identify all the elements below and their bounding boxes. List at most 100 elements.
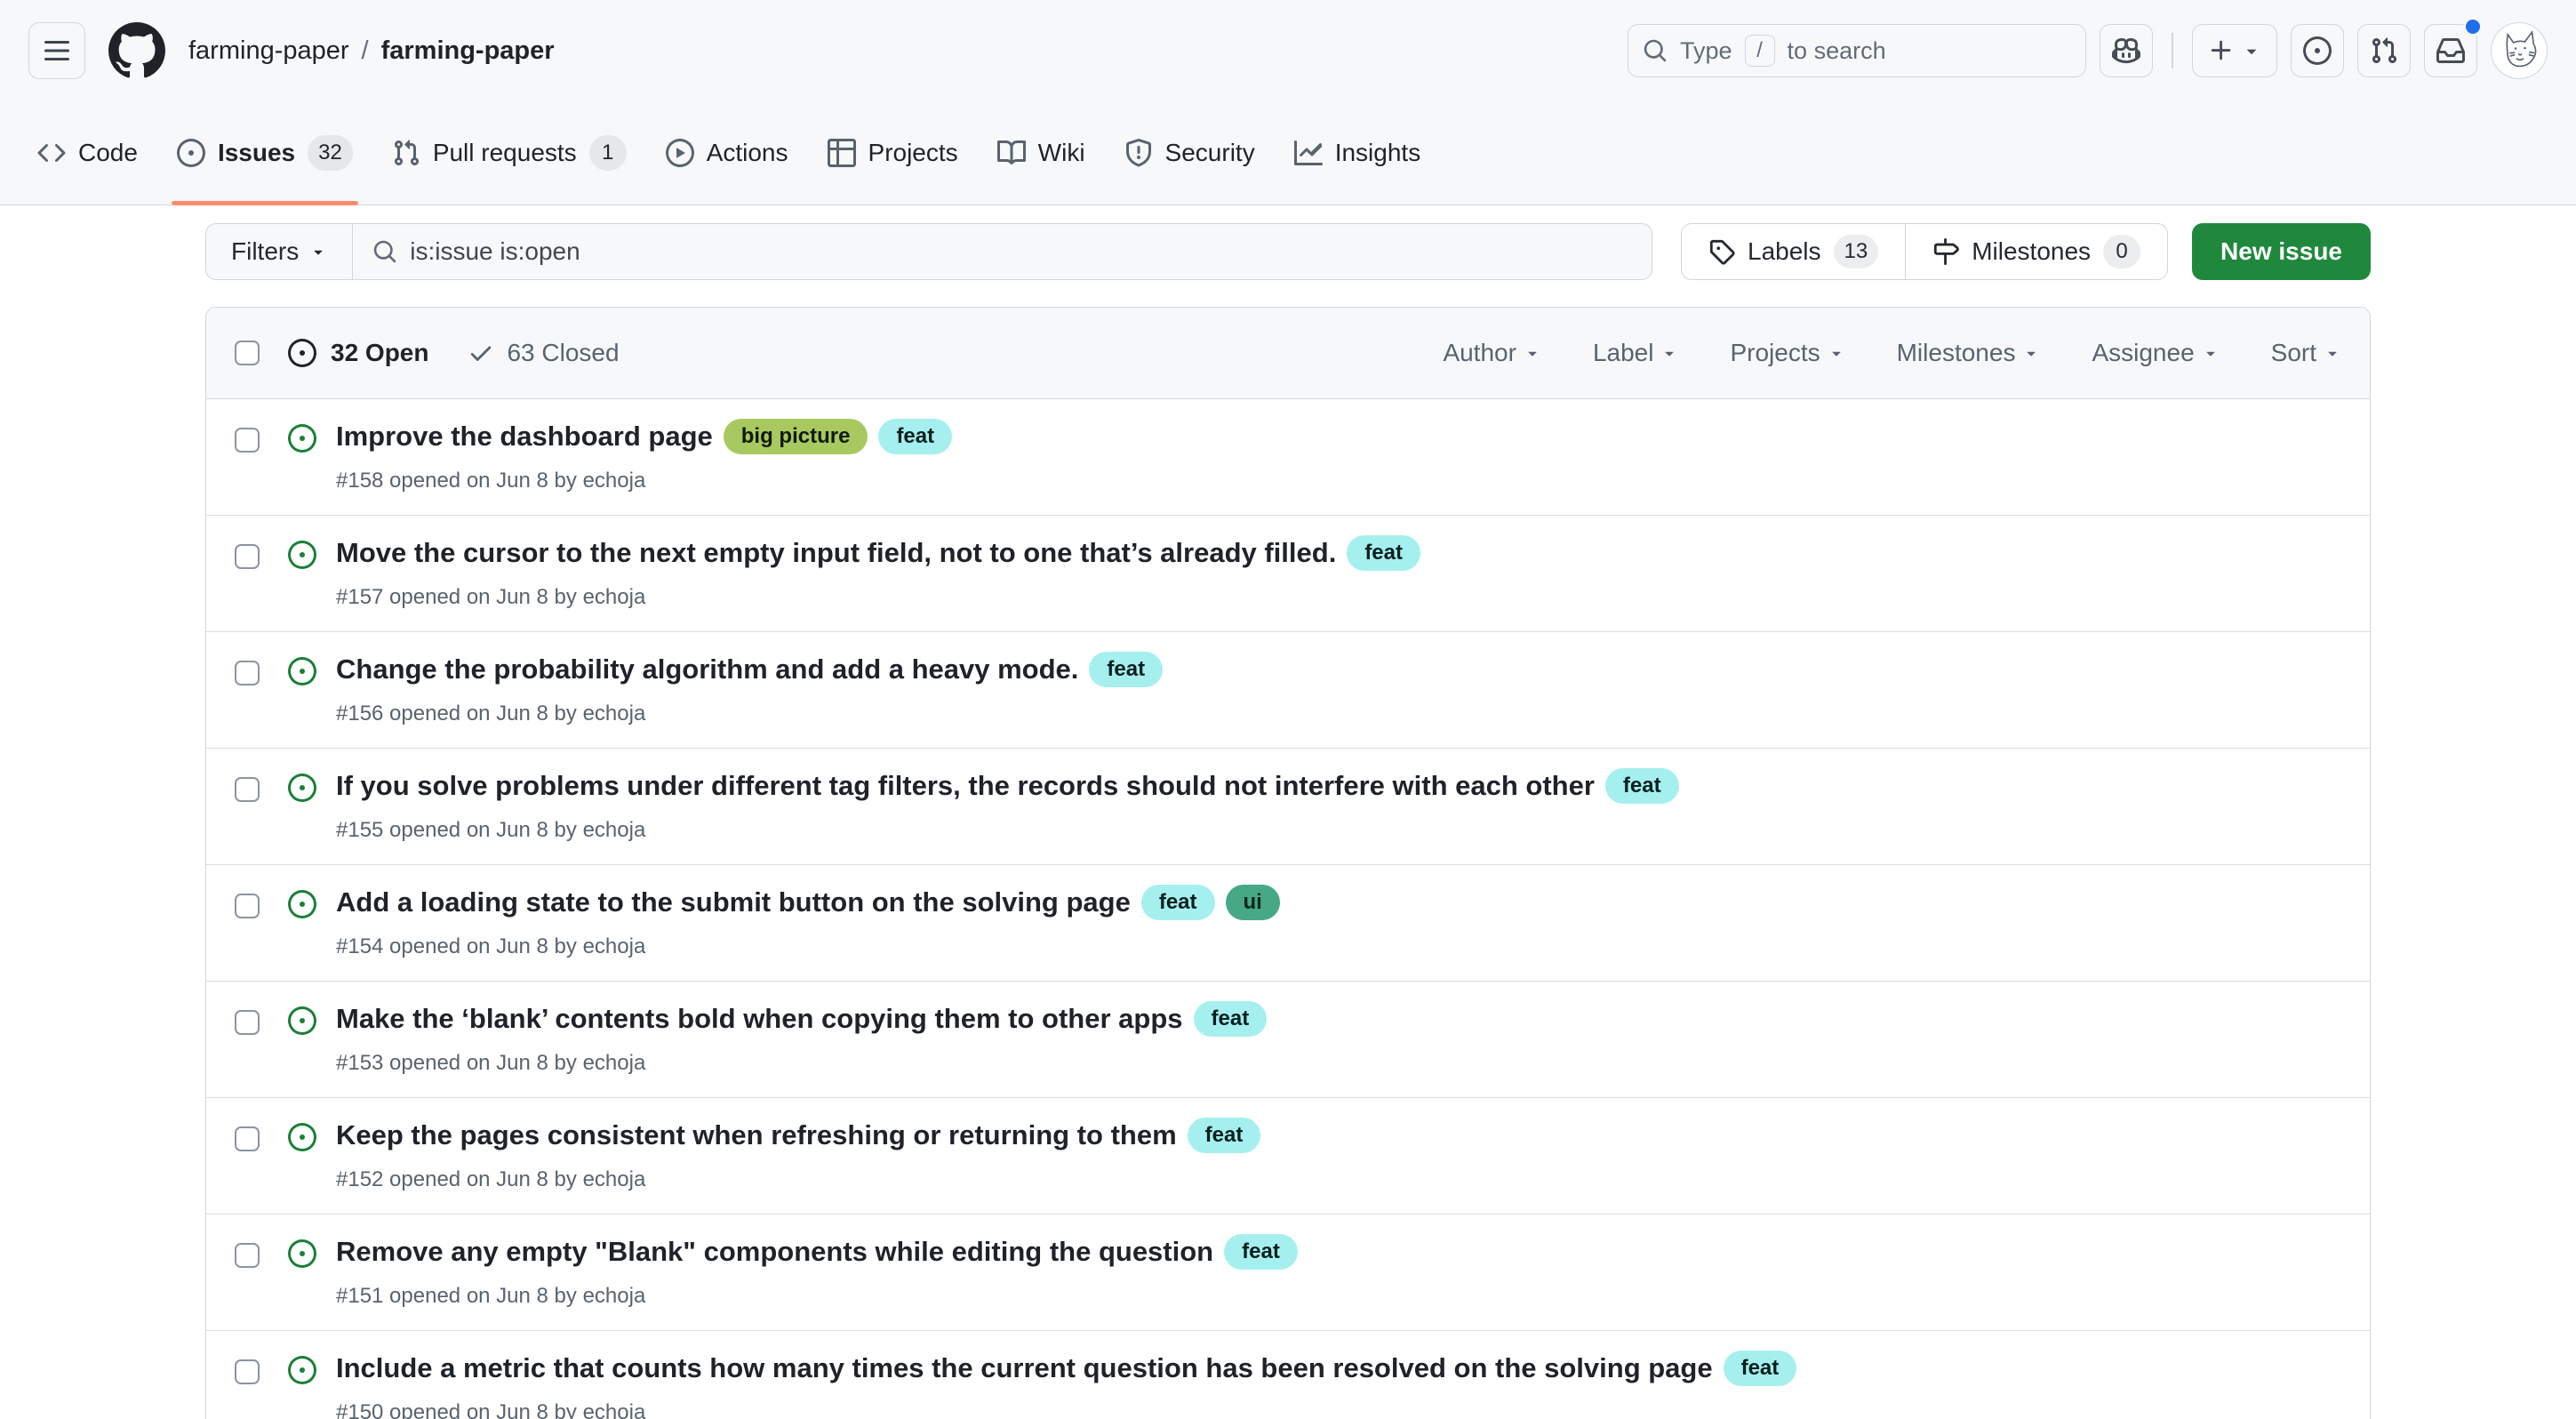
tab-security[interactable]: Security [1108,101,1271,204]
issue-label[interactable]: feat [1188,1118,1261,1153]
breadcrumb-owner-link[interactable]: farming-paper [188,36,349,66]
issue-label[interactable]: feat [878,419,952,454]
inbox-button[interactable] [2424,24,2477,77]
filter-dropdown-sort[interactable]: Sort [2271,339,2341,367]
issue-checkbox[interactable] [235,661,260,685]
labels-button[interactable]: Labels 13 [1682,224,1905,279]
hamburger-menu-button[interactable] [28,22,85,79]
hamburger-icon [43,36,71,65]
filter-label: Milestones [1897,339,2016,367]
breadcrumb-repo-link[interactable]: farming-paper [381,36,555,66]
shield-icon [1124,139,1153,167]
search-icon [1643,38,1668,63]
tab-wiki[interactable]: Wiki [981,101,1101,204]
issue-label[interactable]: big picture [724,419,868,454]
tab-label: Code [78,139,138,167]
issue-meta: #156 opened on Jun 8 by echoja [336,701,1163,726]
labels-label: Labels [1748,237,1821,266]
github-logo[interactable] [108,22,165,79]
issue-content: If you solve problems under different ta… [336,768,1679,843]
tab-projects[interactable]: Projects [812,101,974,204]
issue-title-link[interactable]: Move the cursor to the next empty input … [336,537,1336,569]
issue-checkbox[interactable] [235,777,260,802]
issue-title-link[interactable]: If you solve problems under different ta… [336,770,1595,802]
cat-avatar-drawing [2493,25,2545,76]
issue-checkbox[interactable] [235,1010,260,1035]
filters-dropdown-button[interactable]: Filters [206,224,353,279]
issue-label[interactable]: feat [1605,768,1679,804]
issue-label[interactable]: feat [1347,535,1420,571]
issue-row: Add a loading state to the submit button… [206,864,2370,981]
caret-down-icon [1660,344,1678,362]
issue-label[interactable]: feat [1724,1351,1797,1386]
issue-title-link[interactable]: Make the ‘blank’ contents bold when copy… [336,1003,1183,1035]
table-icon [828,139,856,167]
labels-milestones-group: Labels 13 Milestones 0 [1681,223,2168,280]
issue-label[interactable]: ui [1226,885,1280,920]
issue-checkbox[interactable] [235,894,260,918]
your-pull-requests-button[interactable] [2357,24,2411,77]
issue-checkbox[interactable] [235,428,260,453]
open-issues-toggle[interactable]: 32 Open [288,339,428,367]
new-issue-button[interactable]: New issue [2192,223,2371,280]
copilot-button[interactable] [2100,24,2153,77]
issue-checkbox[interactable] [235,1243,260,1268]
your-issues-button[interactable] [2291,24,2344,77]
issue-opened-icon [2303,36,2332,65]
milestones-button[interactable]: Milestones 0 [1905,224,2167,279]
issue-label[interactable]: feat [1089,652,1163,687]
user-avatar[interactable] [2491,22,2548,79]
create-new-button[interactable] [2192,24,2277,77]
issue-title-line: If you solve problems under different ta… [336,768,1679,804]
issue-checkbox[interactable] [235,1359,260,1384]
issue-row: Keep the pages consistent when refreshin… [206,1097,2370,1214]
issue-title-link[interactable]: Improve the dashboard page [336,421,713,453]
search-placeholder-suffix: to search [1788,37,1886,65]
issues-search-input[interactable]: is:issue is:open [353,224,1652,279]
plus-icon [2208,37,2235,64]
issue-title-line: Change the probability algorithm and add… [336,652,1163,687]
filter-label: Label [1593,339,1654,367]
issue-label[interactable]: feat [1194,1001,1268,1037]
issue-title-link[interactable]: Remove any empty "Blank" components whil… [336,1236,1213,1268]
git-pull-request-icon [2370,36,2398,65]
tab-pull-requests[interactable]: Pull requests1 [376,101,643,204]
issue-row: Remove any empty "Blank" components whil… [206,1214,2370,1330]
issue-meta: #154 opened on Jun 8 by echoja [336,934,1280,959]
tab-code[interactable]: Code [21,101,154,204]
select-all-checkbox[interactable] [235,341,260,365]
tab-label: Insights [1335,139,1421,167]
issue-title-link[interactable]: Add a loading state to the submit button… [336,886,1131,918]
issue-title-link[interactable]: Include a metric that counts how many ti… [336,1352,1713,1384]
global-search-input[interactable]: Type / to search [1628,24,2086,77]
issue-meta: #155 opened on Jun 8 by echoja [336,818,1679,843]
issue-meta: #157 opened on Jun 8 by echoja [336,585,1420,610]
filter-dropdown-assignee[interactable]: Assignee [2092,339,2219,367]
filter-label: Author [1443,339,1516,367]
closed-issues-toggle[interactable]: 63 Closed [468,339,619,367]
tab-issues[interactable]: Issues32 [161,101,369,204]
open-issue-icon [288,890,316,918]
copilot-icon [2112,36,2140,65]
filter-dropdown-label[interactable]: Label [1593,339,1679,367]
search-icon [372,239,397,264]
filter-dropdown-milestones[interactable]: Milestones [1897,339,2041,367]
open-issue-icon [288,424,316,453]
issue-title-line: Add a loading state to the submit button… [336,885,1280,920]
issue-content: Change the probability algorithm and add… [336,652,1163,726]
filter-dropdown-projects[interactable]: Projects [1730,339,1844,367]
issue-label[interactable]: feat [1224,1234,1298,1270]
book-icon [997,139,1026,167]
issue-title-line: Remove any empty "Blank" components whil… [336,1234,1298,1270]
issue-label[interactable]: feat [1141,885,1215,920]
filter-label: Projects [1730,339,1820,367]
issue-title-link[interactable]: Change the probability algorithm and add… [336,653,1078,685]
issue-checkbox[interactable] [235,1126,260,1151]
issue-checkbox[interactable] [235,544,260,569]
issue-title-line: Move the cursor to the next empty input … [336,535,1420,571]
tab-actions[interactable]: Actions [650,101,804,204]
issue-title-link[interactable]: Keep the pages consistent when refreshin… [336,1119,1177,1151]
issue-row: Include a metric that counts how many ti… [206,1330,2370,1419]
tab-insights[interactable]: Insights [1278,101,1437,204]
filter-dropdown-author[interactable]: Author [1443,339,1541,367]
